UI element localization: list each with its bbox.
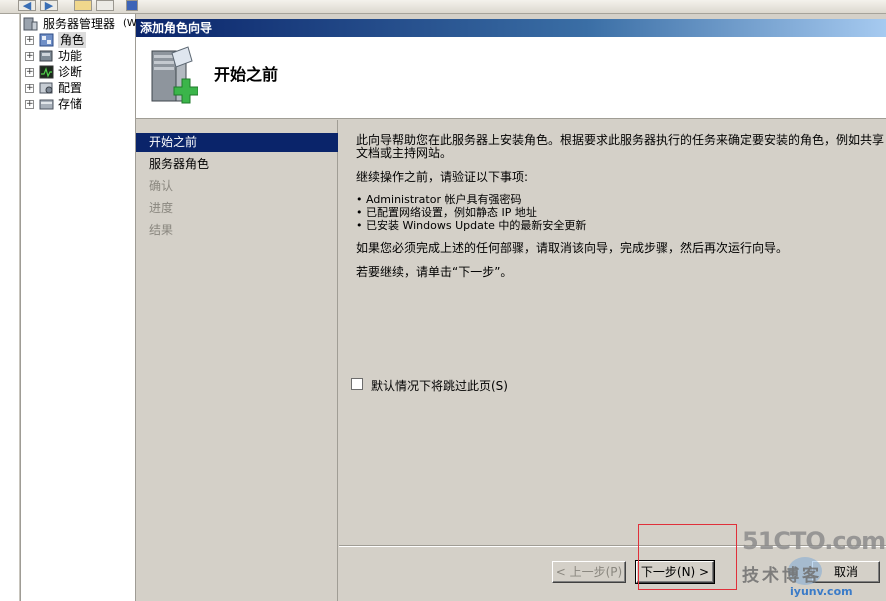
step-before-you-begin[interactable]: 开始之前 — [136, 133, 338, 152]
intro-text: 此向导帮助您在此服务器上安装角色。根据要求此服务器执行的任务来确定要安装的角色，… — [356, 133, 885, 160]
back-arrow-icon[interactable]: ◀ — [18, 0, 36, 11]
step-progress: 进度 — [149, 201, 174, 215]
roles-icon — [39, 33, 54, 47]
tree-root-label: 服务器管理器 — [43, 17, 116, 31]
help-icon[interactable] — [126, 0, 138, 11]
server-manager-icon — [23, 17, 38, 31]
window-title: 添加角色向导 — [136, 19, 886, 37]
cancel-note: 如果您必须完成上述的任何部骤，请取消该向导，完成步骤，然后再次运行向导。 — [356, 241, 789, 255]
step-confirmation: 确认 — [149, 179, 174, 193]
wizard-steps: 开始之前 服务器角色 确认 进度 结果 — [136, 120, 338, 601]
watermark-site: 51CTO.com — [742, 527, 886, 555]
watermark: 51CTO.com 技术博客 iyunv.com — [742, 527, 886, 599]
page-title: 开始之前 — [214, 65, 279, 84]
wizard-content: 此向导帮助您在此服务器上安装角色。根据要求此服务器执行的任务来确定要安装的角色，… — [339, 120, 886, 548]
add-roles-wizard: 添加角色向导 开始之前 开始之前 服务器角色 确认 进度 结果 此向导帮助您在此… — [136, 19, 886, 601]
wizard-header: 开始之前 — [136, 37, 886, 119]
forward-arrow-icon[interactable]: ▶ — [40, 0, 58, 11]
skip-page-label[interactable]: 默认情况下将跳过此页(S) — [371, 377, 508, 394]
diagnostics-icon — [39, 65, 54, 79]
step-results: 结果 — [149, 223, 174, 237]
tree-item-label: 存储 — [58, 97, 83, 111]
properties-icon[interactable] — [96, 0, 114, 11]
navigation-tree: 服务器管理器 (W: + 角色 + 功能 + 诊断 + 配置 + 存储 — [20, 14, 140, 601]
toolbar: ◀ ▶ — [0, 0, 886, 14]
storage-icon — [39, 99, 54, 110]
tree-item-label: 诊断 — [58, 65, 83, 79]
watermark-blog: 技术博客 — [742, 566, 822, 586]
back-button[interactable]: < 上一步(P) — [552, 561, 626, 583]
expand-icon[interactable]: + — [25, 52, 34, 61]
verify-heading: 继续操作之前，请验证以下事项: — [356, 170, 529, 184]
bullet-strong-password: • Administrator 帐户具有强密码 — [356, 193, 522, 206]
watermark-domain: iyunv.com — [790, 585, 853, 598]
annotation-highlight — [638, 524, 737, 590]
tree-item-label: 功能 — [58, 49, 83, 63]
bullet-windows-update: • 已安装 Windows Update 中的最新安全更新 — [356, 219, 587, 232]
folder-icon[interactable] — [74, 0, 92, 11]
continue-note: 若要继续，请单击“下一步”。 — [356, 265, 513, 279]
tree-item-label: 配置 — [58, 81, 83, 95]
configuration-icon — [39, 82, 53, 94]
step-server-roles[interactable]: 服务器角色 — [136, 155, 338, 174]
server-add-role-icon — [151, 46, 198, 104]
expand-icon[interactable]: + — [25, 36, 34, 45]
bullet-network-settings: • 已配置网络设置，例如静态 IP 地址 — [356, 206, 537, 219]
features-icon — [39, 50, 53, 62]
tree-gutter — [0, 14, 20, 601]
expand-icon[interactable]: + — [25, 68, 34, 77]
skip-page-checkbox[interactable] — [351, 378, 363, 390]
expand-icon[interactable]: + — [25, 84, 34, 93]
tree-item-label: 角色 — [58, 32, 87, 48]
expand-icon[interactable]: + — [25, 100, 34, 109]
